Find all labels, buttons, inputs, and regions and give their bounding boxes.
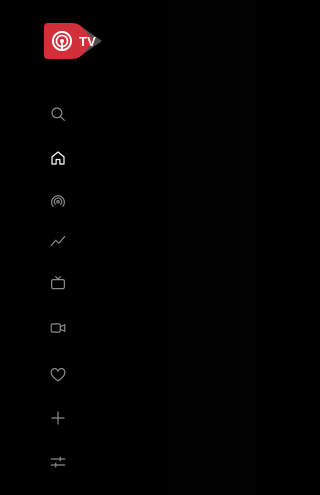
- search-icon: [51, 107, 65, 121]
- plus-icon: [51, 411, 65, 425]
- nav-item-tv[interactable]: [44, 269, 72, 297]
- nav-item-add[interactable]: [44, 404, 72, 432]
- tv-icon: [51, 276, 65, 290]
- nav-item-home[interactable]: [44, 144, 72, 172]
- home-icon: [51, 151, 65, 165]
- trending-icon: [50, 235, 66, 247]
- sidebar-nav: [0, 0, 116, 495]
- nav-item-settings[interactable]: [44, 448, 72, 476]
- sliders-icon: [50, 456, 66, 468]
- nav-item-trending[interactable]: [44, 227, 72, 255]
- nav-item-search[interactable]: [44, 100, 72, 128]
- nav-item-live[interactable]: [44, 187, 72, 215]
- nav-item-video[interactable]: [44, 314, 72, 342]
- heart-icon: [50, 367, 66, 382]
- video-camera-icon: [50, 323, 66, 333]
- broadcast-icon: [51, 195, 65, 207]
- nav-item-favorites[interactable]: [44, 361, 72, 389]
